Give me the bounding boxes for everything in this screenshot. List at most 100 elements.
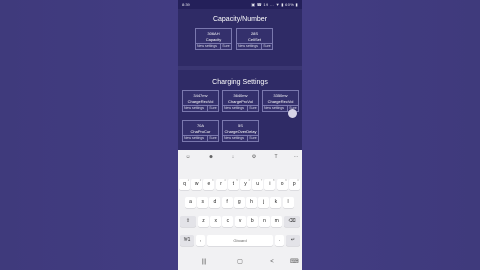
new-settings-input[interactable]: New settings: [237, 44, 264, 49]
new-settings-input[interactable]: New settings: [183, 136, 210, 141]
capacity-panel: Capacity/Number 306AH Capacity New setti…: [178, 9, 302, 66]
key-g[interactable]: g: [233, 197, 245, 208]
key-y-label: y: [244, 181, 247, 187]
key-z-label: z: [202, 218, 205, 224]
key-m-label: m: [274, 218, 279, 224]
key-y[interactable]: y6: [240, 179, 251, 190]
emoji-icon[interactable]: ☺: [184, 154, 192, 160]
keyboard-toolbar: ☺ ☻ ↓ ⚙ T ···: [178, 150, 302, 164]
key-k[interactable]: k: [270, 197, 282, 208]
mic-icon[interactable]: ↓: [229, 154, 237, 160]
key-p-number-hint: 0: [297, 179, 299, 182]
cha-pro-cur-card: 70A ChaProCur New settings Sure: [182, 120, 219, 142]
sure-button[interactable]: Sure: [207, 136, 218, 141]
card-input-row: New settings Sure: [223, 105, 258, 111]
card-value: 5S: [238, 123, 243, 128]
card-value: 3350mv: [273, 93, 288, 98]
status-bar: 8:39 ▣ ☎ 19 … ▼ ▮ 60% ▮: [178, 0, 302, 9]
key-h[interactable]: h: [246, 197, 257, 208]
home-icon[interactable]: ▢: [236, 258, 244, 266]
key-y-number-hint: 6: [248, 179, 250, 182]
card-label: ChargeOverDelay: [224, 129, 257, 134]
shift-key-label: ⇧: [185, 218, 191, 224]
charging-panel: Charging Settings 3447mv ChargeRecVol Ne…: [178, 70, 302, 150]
key-j[interactable]: j: [258, 197, 270, 208]
card-value: 3447mv: [193, 93, 208, 98]
sure-button[interactable]: Sure: [247, 136, 258, 141]
key-b[interactable]: b: [246, 216, 258, 227]
charge-pro-vol-card: 3640mv ChargeProVol New settings Sure: [222, 90, 259, 112]
sure-button[interactable]: Sure: [220, 44, 231, 49]
key-o[interactable]: o9: [276, 179, 288, 190]
recent-apps-icon[interactable]: |||: [200, 258, 208, 266]
key-e[interactable]: e3: [203, 179, 215, 190]
key-s[interactable]: s: [197, 197, 209, 208]
key-c[interactable]: c: [222, 216, 234, 227]
key-i[interactable]: i8: [264, 179, 276, 190]
key-x-label: x: [214, 218, 217, 224]
key-g-label: g: [237, 199, 241, 205]
key-p[interactable]: p0: [288, 179, 300, 190]
sure-button[interactable]: Sure: [261, 44, 272, 49]
key-u[interactable]: u7: [252, 179, 264, 190]
key-v[interactable]: v: [234, 216, 246, 227]
key-d[interactable]: d: [209, 197, 221, 208]
key-r-label: r: [220, 181, 222, 187]
new-settings-input[interactable]: New settings: [223, 106, 250, 111]
key-m[interactable]: m: [271, 216, 283, 227]
key-u-number-hint: 7: [260, 179, 263, 182]
key-w[interactable]: w2: [191, 179, 203, 190]
capacity-title: Capacity/Number: [212, 16, 268, 23]
key-b-label: b: [250, 218, 254, 224]
key-z[interactable]: z: [198, 216, 209, 227]
charging-title: Charging Settings: [212, 79, 268, 86]
symbols-key[interactable]: !#1: [180, 235, 194, 246]
gear-icon[interactable]: ⚙: [250, 154, 258, 160]
shift-key[interactable]: ⇧: [180, 216, 196, 227]
keyboard-icon[interactable]: ⌨: [290, 258, 299, 266]
new-settings-input[interactable]: New settings: [196, 44, 223, 49]
key-a[interactable]: a: [185, 197, 196, 208]
card-input-row: New settings Sure: [223, 135, 258, 141]
key-r[interactable]: r4: [215, 179, 227, 190]
key-o-label: o: [280, 181, 284, 187]
new-settings-input[interactable]: New settings: [223, 136, 250, 141]
comma-key[interactable]: ,: [196, 235, 205, 246]
backspace-key[interactable]: ⌫: [284, 216, 300, 227]
key-f-label: f: [226, 199, 228, 205]
key-e-number-hint: 3: [212, 179, 214, 182]
status-time: 8:39: [182, 2, 190, 7]
space-key[interactable]: Gboard: [207, 235, 273, 246]
key-j-label: j: [263, 199, 265, 205]
sticker-icon[interactable]: ☻: [207, 154, 215, 160]
key-f[interactable]: f: [221, 197, 233, 208]
key-l[interactable]: l: [282, 197, 294, 208]
key-t[interactable]: t5: [227, 179, 239, 190]
back-icon[interactable]: <: [268, 258, 276, 266]
enter-key[interactable]: ↵: [286, 235, 300, 246]
card-input-row: New settings Sure: [183, 135, 218, 141]
key-h-label: h: [250, 199, 253, 205]
key-n[interactable]: n: [259, 216, 270, 227]
new-settings-input[interactable]: New settings: [183, 106, 210, 111]
key-e-label: e: [207, 181, 211, 187]
text-edit-icon[interactable]: T: [272, 154, 280, 160]
charge-rec-vol-card: 3447mv ChargeRecVol New settings Sure: [182, 90, 219, 112]
key-t-number-hint: 5: [236, 179, 238, 182]
card-value: 3640mv: [233, 93, 248, 98]
more-icon[interactable]: ···: [292, 154, 300, 160]
card-label: CellSet: [248, 37, 261, 42]
key-x[interactable]: x: [210, 216, 222, 227]
key-t-label: t: [232, 181, 234, 187]
sure-button[interactable]: Sure: [247, 106, 258, 111]
key-q-number-hint: 1: [187, 179, 189, 182]
period-key[interactable]: .: [275, 235, 284, 246]
phone-screen: 8:39 ▣ ☎ 19 … ▼ ▮ 60% ▮ Capacity/Number …: [178, 0, 302, 270]
key-q-label: q: [183, 181, 186, 187]
key-l-label: l: [287, 199, 289, 205]
card-label: ChargeRecVol: [267, 99, 294, 104]
android-nav-bar: ||| ▢ < ⌨: [178, 254, 302, 270]
key-q[interactable]: q1: [179, 179, 190, 190]
new-settings-input[interactable]: New settings: [263, 106, 290, 111]
sure-button[interactable]: Sure: [207, 106, 218, 111]
